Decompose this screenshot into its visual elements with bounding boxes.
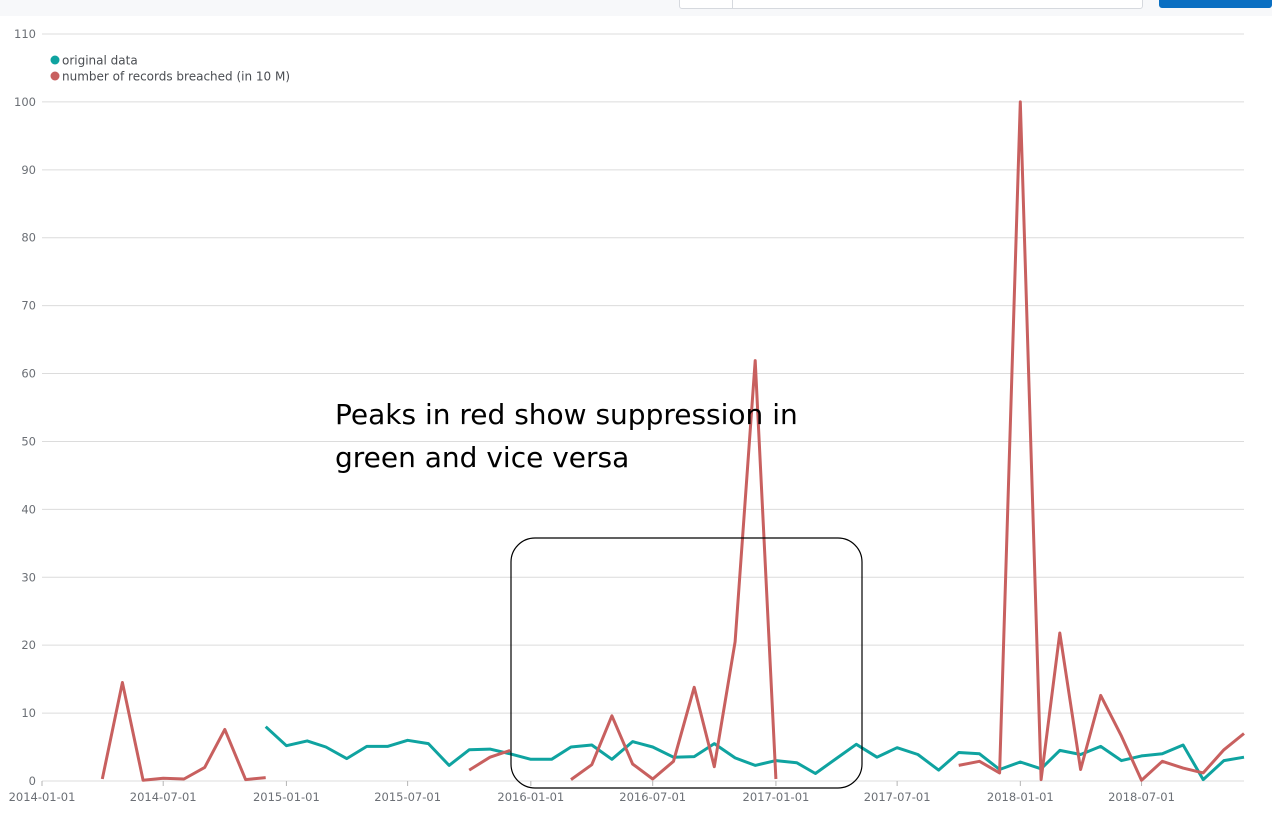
y-tick-label: 0 bbox=[29, 774, 36, 788]
x-tick-label: 2016-07-01 bbox=[619, 790, 686, 804]
x-tick-label: 2017-07-01 bbox=[864, 790, 931, 804]
x-tick-label: 2015-01-01 bbox=[253, 790, 320, 804]
y-tick-label: 60 bbox=[21, 367, 36, 381]
y-tick-label: 20 bbox=[21, 638, 36, 652]
x-tick-label: 2015-07-01 bbox=[374, 790, 441, 804]
x-tick-label: 2016-01-01 bbox=[497, 790, 564, 804]
legend-label-breached: number of records breached (in 10 M) bbox=[62, 70, 290, 84]
legend-label-original: original data bbox=[62, 54, 138, 68]
legend-marker-breached bbox=[50, 71, 60, 81]
y-tick-label: 70 bbox=[21, 299, 36, 313]
annotation-line-1: Peaks in red show suppression in bbox=[335, 398, 798, 431]
series-line-records-breached-0 bbox=[100, 681, 266, 782]
series-line-original-data bbox=[264, 725, 1245, 782]
y-tick-label: 40 bbox=[21, 502, 36, 516]
x-axis: 2014-01-01 2014-07-01 2015-01-01 2015-07-01… bbox=[9, 781, 1175, 804]
legend: original data number of records breached… bbox=[50, 54, 290, 84]
y-tick-label: 110 bbox=[14, 27, 36, 41]
x-tick-label: 2014-07-01 bbox=[130, 790, 197, 804]
x-tick-label: 2018-07-01 bbox=[1108, 790, 1175, 804]
legend-marker-original bbox=[50, 55, 60, 65]
y-tick-label: 80 bbox=[21, 231, 36, 245]
y-tick-label: 10 bbox=[21, 706, 36, 720]
y-axis: 0 10 20 30 40 50 60 70 80 90 100 110 bbox=[14, 27, 36, 788]
x-tick-label: 2017-01-01 bbox=[743, 790, 810, 804]
y-tick-label: 50 bbox=[21, 434, 36, 448]
y-tick-label: 100 bbox=[14, 95, 36, 109]
x-tick-label: 2018-01-01 bbox=[987, 790, 1054, 804]
series-line-records-breached-1 bbox=[468, 748, 511, 772]
y-tick-label: 30 bbox=[21, 570, 36, 584]
chart-svg: 0102030405060708090100110 2014-01-01 2014… bbox=[9, 27, 1245, 804]
y-tick-label: 90 bbox=[21, 163, 36, 177]
annotation-line-2: green and vice versa bbox=[335, 441, 629, 474]
x-tick-label: 2014-01-01 bbox=[9, 790, 76, 804]
